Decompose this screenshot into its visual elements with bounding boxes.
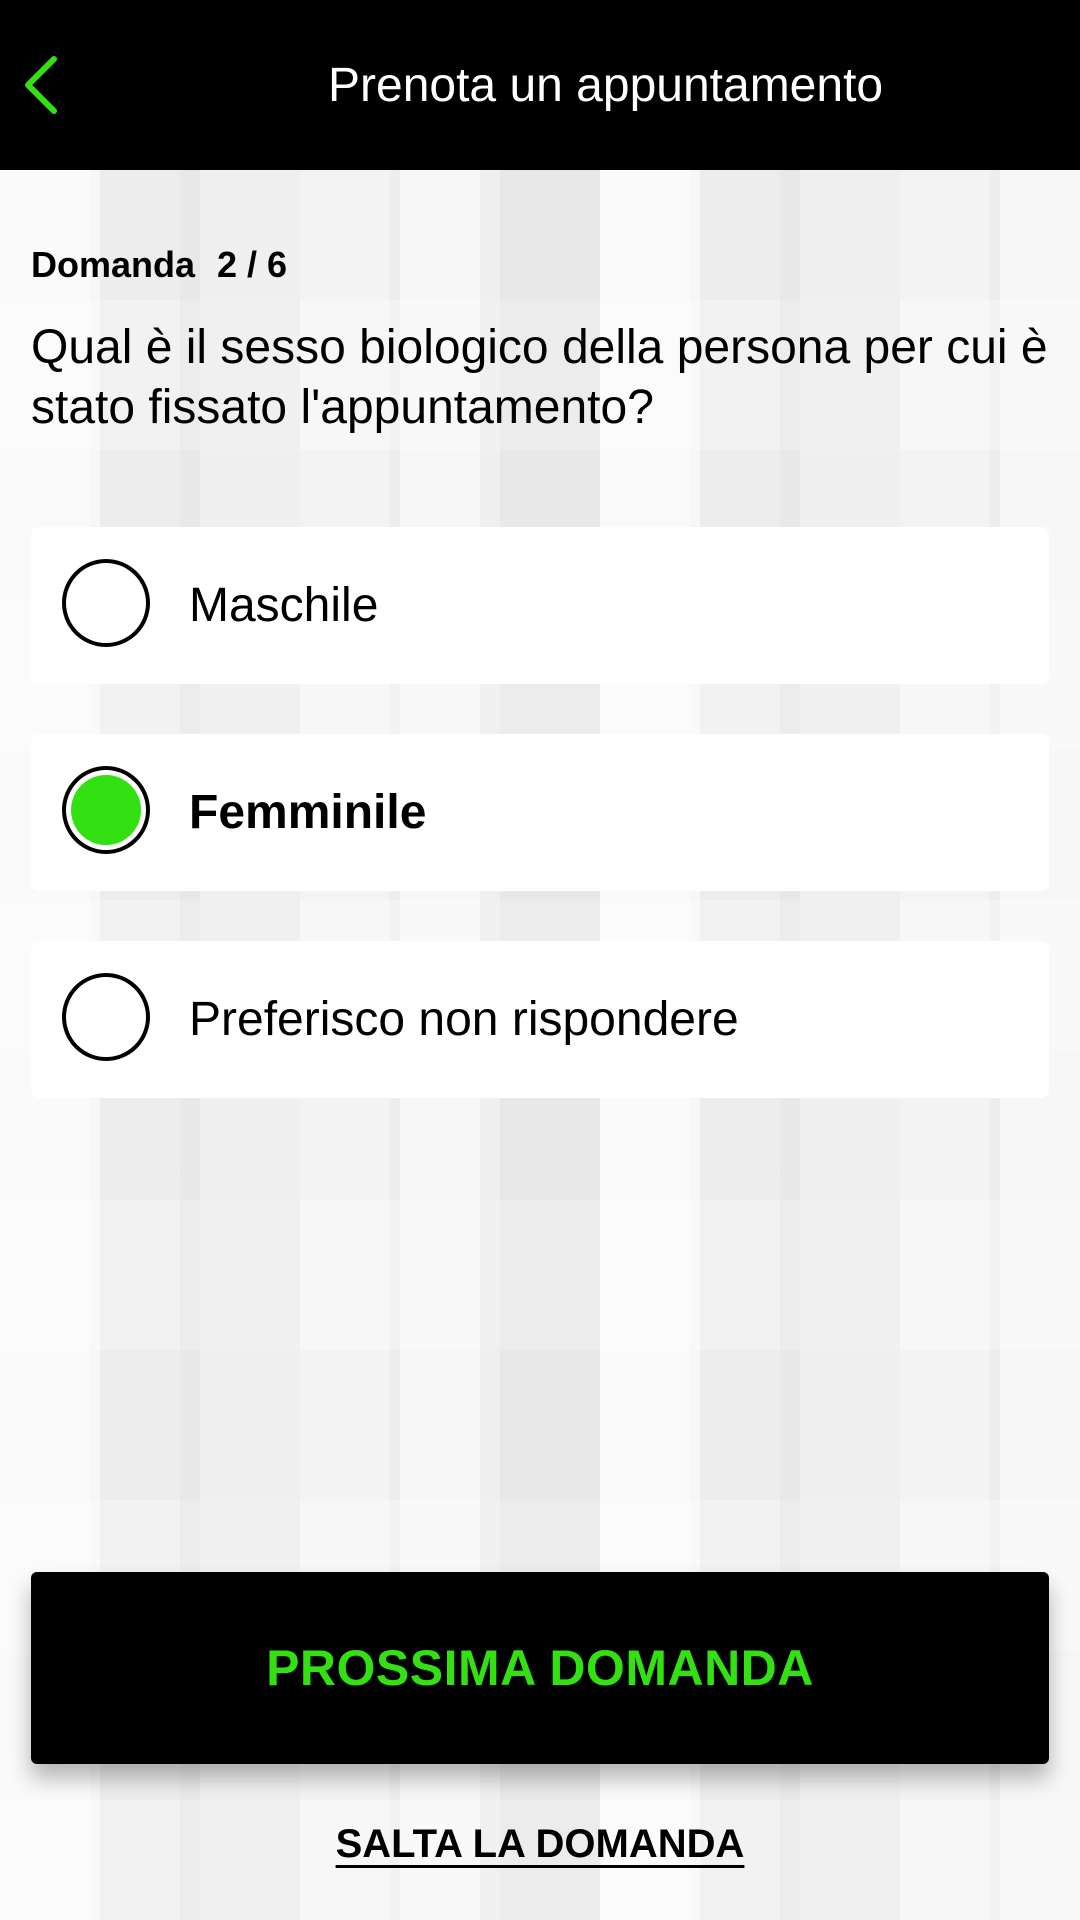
question-counter-label: Domanda (31, 244, 196, 285)
option-label: Preferisco non rispondere (189, 993, 739, 1046)
option-femminile[interactable]: Femminile (31, 734, 1049, 891)
chevron-left-icon (25, 56, 57, 114)
radio-dot (71, 982, 141, 1052)
question-text: Qual è il sesso biologico della persona … (31, 321, 1048, 434)
option-label: Maschile (189, 579, 379, 632)
question-progress: 2 / 6 (217, 244, 288, 285)
option-label: Femminile (189, 786, 427, 839)
option-maschile[interactable]: Maschile (31, 527, 1049, 684)
radio-dot (71, 568, 141, 638)
next-question-label: PROSSIMA DOMANDA (266, 1640, 814, 1696)
radio-button[interactable] (62, 973, 150, 1061)
option-preferisco-non-rispondere[interactable]: Preferisco non rispondere (31, 941, 1049, 1098)
back-button[interactable] (0, 40, 80, 130)
radio-button[interactable] (62, 766, 150, 854)
top-bar: Prenota un appuntamento (0, 0, 1080, 170)
radio-dot (71, 775, 141, 845)
question-counter: Domanda 2 / 6 (31, 244, 287, 286)
page-title: Prenota un appuntamento (328, 59, 884, 112)
radio-button[interactable] (62, 559, 150, 647)
skip-question-link[interactable]: SALTA LA DOMANDA (0, 1822, 1080, 1867)
next-question-button[interactable]: PROSSIMA DOMANDA (31, 1572, 1049, 1764)
